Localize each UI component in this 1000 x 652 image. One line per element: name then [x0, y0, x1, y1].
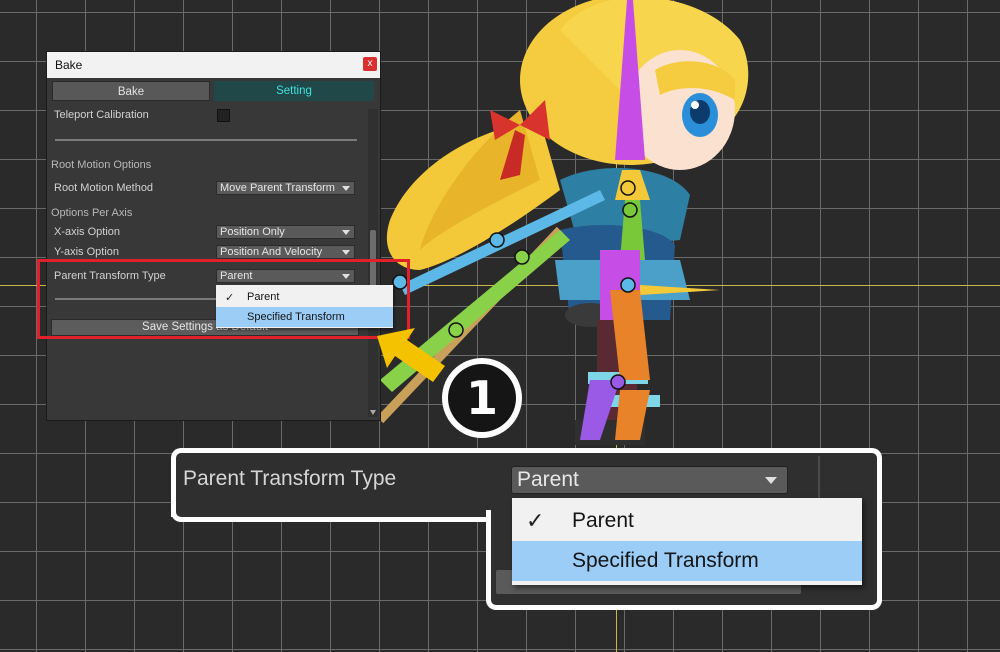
tab-bar: Bake Setting — [52, 81, 374, 101]
tab-setting[interactable]: Setting — [214, 81, 374, 101]
teleport-calibration-checkbox[interactable] — [217, 109, 230, 122]
zoom-dropdown-value: Parent — [517, 468, 579, 491]
y-axis-option-label: Y-axis Option — [54, 246, 120, 258]
scene-viewport[interactable]: Bake x Bake Setting Teleport Calibration… — [0, 0, 1000, 652]
tab-bake[interactable]: Bake — [52, 81, 210, 101]
zoom-parent-transform-dropdown: Parent — [511, 466, 788, 494]
zoom-parent-transform-label: Parent Transform Type — [183, 467, 397, 490]
zoom-menu-item-specified-transform: Specified Transform — [512, 541, 862, 581]
close-icon[interactable]: x — [363, 57, 377, 71]
bake-window: Bake x Bake Setting Teleport Calibration… — [47, 52, 380, 420]
x-axis-option-label: X-axis Option — [54, 226, 121, 238]
checkmark-icon: ✓ — [526, 508, 545, 533]
x-axis-option-value: Position Only — [220, 226, 285, 238]
root-motion-method-value: Move Parent Transform — [220, 182, 335, 194]
chevron-down-icon — [342, 230, 350, 235]
options-per-axis-header: Options Per Axis — [51, 207, 133, 219]
window-titlebar[interactable]: Bake x — [47, 52, 380, 78]
zoom-menu-item-label: Parent — [572, 509, 634, 532]
step-number: 1 — [448, 364, 516, 432]
chevron-down-icon — [342, 250, 350, 255]
zoom-menu-item-label: Specified Transform — [572, 549, 759, 572]
pointer-arrow-icon — [377, 328, 445, 382]
window-title: Bake — [55, 58, 83, 72]
scroll-down-icon[interactable] — [370, 410, 376, 415]
y-axis-option-value: Position And Velocity — [220, 246, 323, 258]
step-badge: 1 — [442, 358, 522, 438]
zoom-callout-frame — [171, 512, 491, 522]
zoom-menu-item-parent: ✓ Parent — [512, 501, 862, 541]
x-axis-option-dropdown[interactable]: Position Only — [216, 225, 355, 239]
highlight-box — [37, 259, 410, 339]
y-axis-option-dropdown[interactable]: Position And Velocity — [216, 245, 355, 259]
teleport-calibration-label: Teleport Calibration — [54, 109, 149, 121]
root-motion-method-dropdown[interactable]: Move Parent Transform — [216, 181, 355, 195]
divider — [55, 139, 357, 141]
root-motion-method-label: Root Motion Method — [54, 182, 154, 194]
chevron-down-icon — [342, 186, 350, 191]
root-motion-header: Root Motion Options — [51, 159, 152, 171]
zoom-dropdown-menu: ✓ Parent Specified Transform — [512, 498, 862, 585]
chevron-down-icon — [765, 477, 777, 484]
